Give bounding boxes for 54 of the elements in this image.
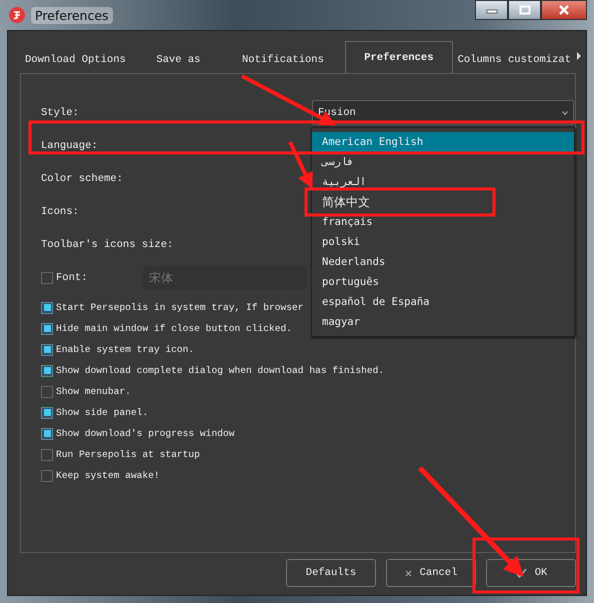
option-label: Enable system tray icon. — [56, 344, 194, 355]
maximize-button[interactable] — [508, 0, 541, 20]
language-option[interactable]: español de España — [312, 292, 574, 312]
chevron-down-icon — [562, 110, 568, 114]
option-label: Run Persepolis at startup — [56, 449, 200, 460]
checkbox[interactable] — [41, 428, 53, 440]
field-label: Language: — [41, 140, 99, 152]
field-label: Color scheme: — [41, 172, 124, 184]
language-option[interactable]: American English — [312, 132, 574, 152]
checkbox[interactable] — [41, 302, 53, 314]
field-label: Toolbar's icons size: — [41, 238, 174, 250]
option-label: Show menubar. — [56, 386, 131, 397]
language-option[interactable]: polski — [312, 232, 574, 252]
annotation-arrow — [288, 141, 313, 189]
language-option[interactable]: Nederlands — [312, 252, 574, 272]
scroll-right-icon[interactable] — [576, 52, 582, 60]
close-icon — [404, 570, 412, 576]
option-label: Hide main window if close button clicked. — [56, 323, 292, 334]
language-option[interactable]: 简体中文 — [312, 192, 574, 212]
minimize-button[interactable] — [475, 0, 508, 20]
checkbox[interactable] — [41, 406, 53, 418]
cancel-button[interactable]: Cancel — [386, 559, 476, 587]
tab[interactable]: Save as — [136, 45, 221, 73]
option-label: Show side panel. — [56, 407, 148, 418]
language-option[interactable]: magyar — [312, 312, 574, 332]
ok-button[interactable]: OK — [486, 559, 576, 587]
checkbox[interactable] — [41, 386, 53, 398]
defaults-button[interactable]: Defaults — [286, 559, 376, 587]
language-option[interactable]: فارسی — [312, 152, 574, 172]
checkbox[interactable] — [41, 364, 53, 376]
tab[interactable]: Columns customizat — [452, 45, 576, 73]
tab[interactable]: Notifications — [220, 45, 346, 73]
checkbox[interactable] — [41, 322, 53, 334]
option-label: Start Persepolis in system tray, If browser — [56, 302, 304, 313]
app-icon — [9, 7, 25, 23]
tab[interactable]: Preferences — [345, 41, 453, 73]
language-option[interactable]: português — [312, 272, 574, 292]
language-option[interactable]: العربية — [312, 172, 574, 192]
language-option[interactable]: français — [312, 212, 574, 232]
tab[interactable]: Download Options — [10, 45, 136, 73]
option-label: Show download's progress window — [56, 428, 234, 439]
checkbox[interactable] — [41, 448, 53, 460]
checkbox[interactable] — [41, 470, 53, 482]
option-label: Show download complete dialog when download has finished. — [56, 365, 384, 376]
checkmark-icon — [514, 568, 527, 578]
checkbox[interactable] — [41, 344, 53, 356]
window-title: Preferences — [31, 6, 113, 24]
option-label: Keep system awake! — [56, 470, 160, 481]
close-icon — [558, 5, 570, 15]
font-label: Font: — [56, 272, 89, 284]
close-button[interactable] — [541, 0, 587, 20]
field-label: Icons: — [41, 206, 80, 218]
maximize-icon — [518, 5, 530, 15]
field-label: Style: — [41, 106, 80, 118]
